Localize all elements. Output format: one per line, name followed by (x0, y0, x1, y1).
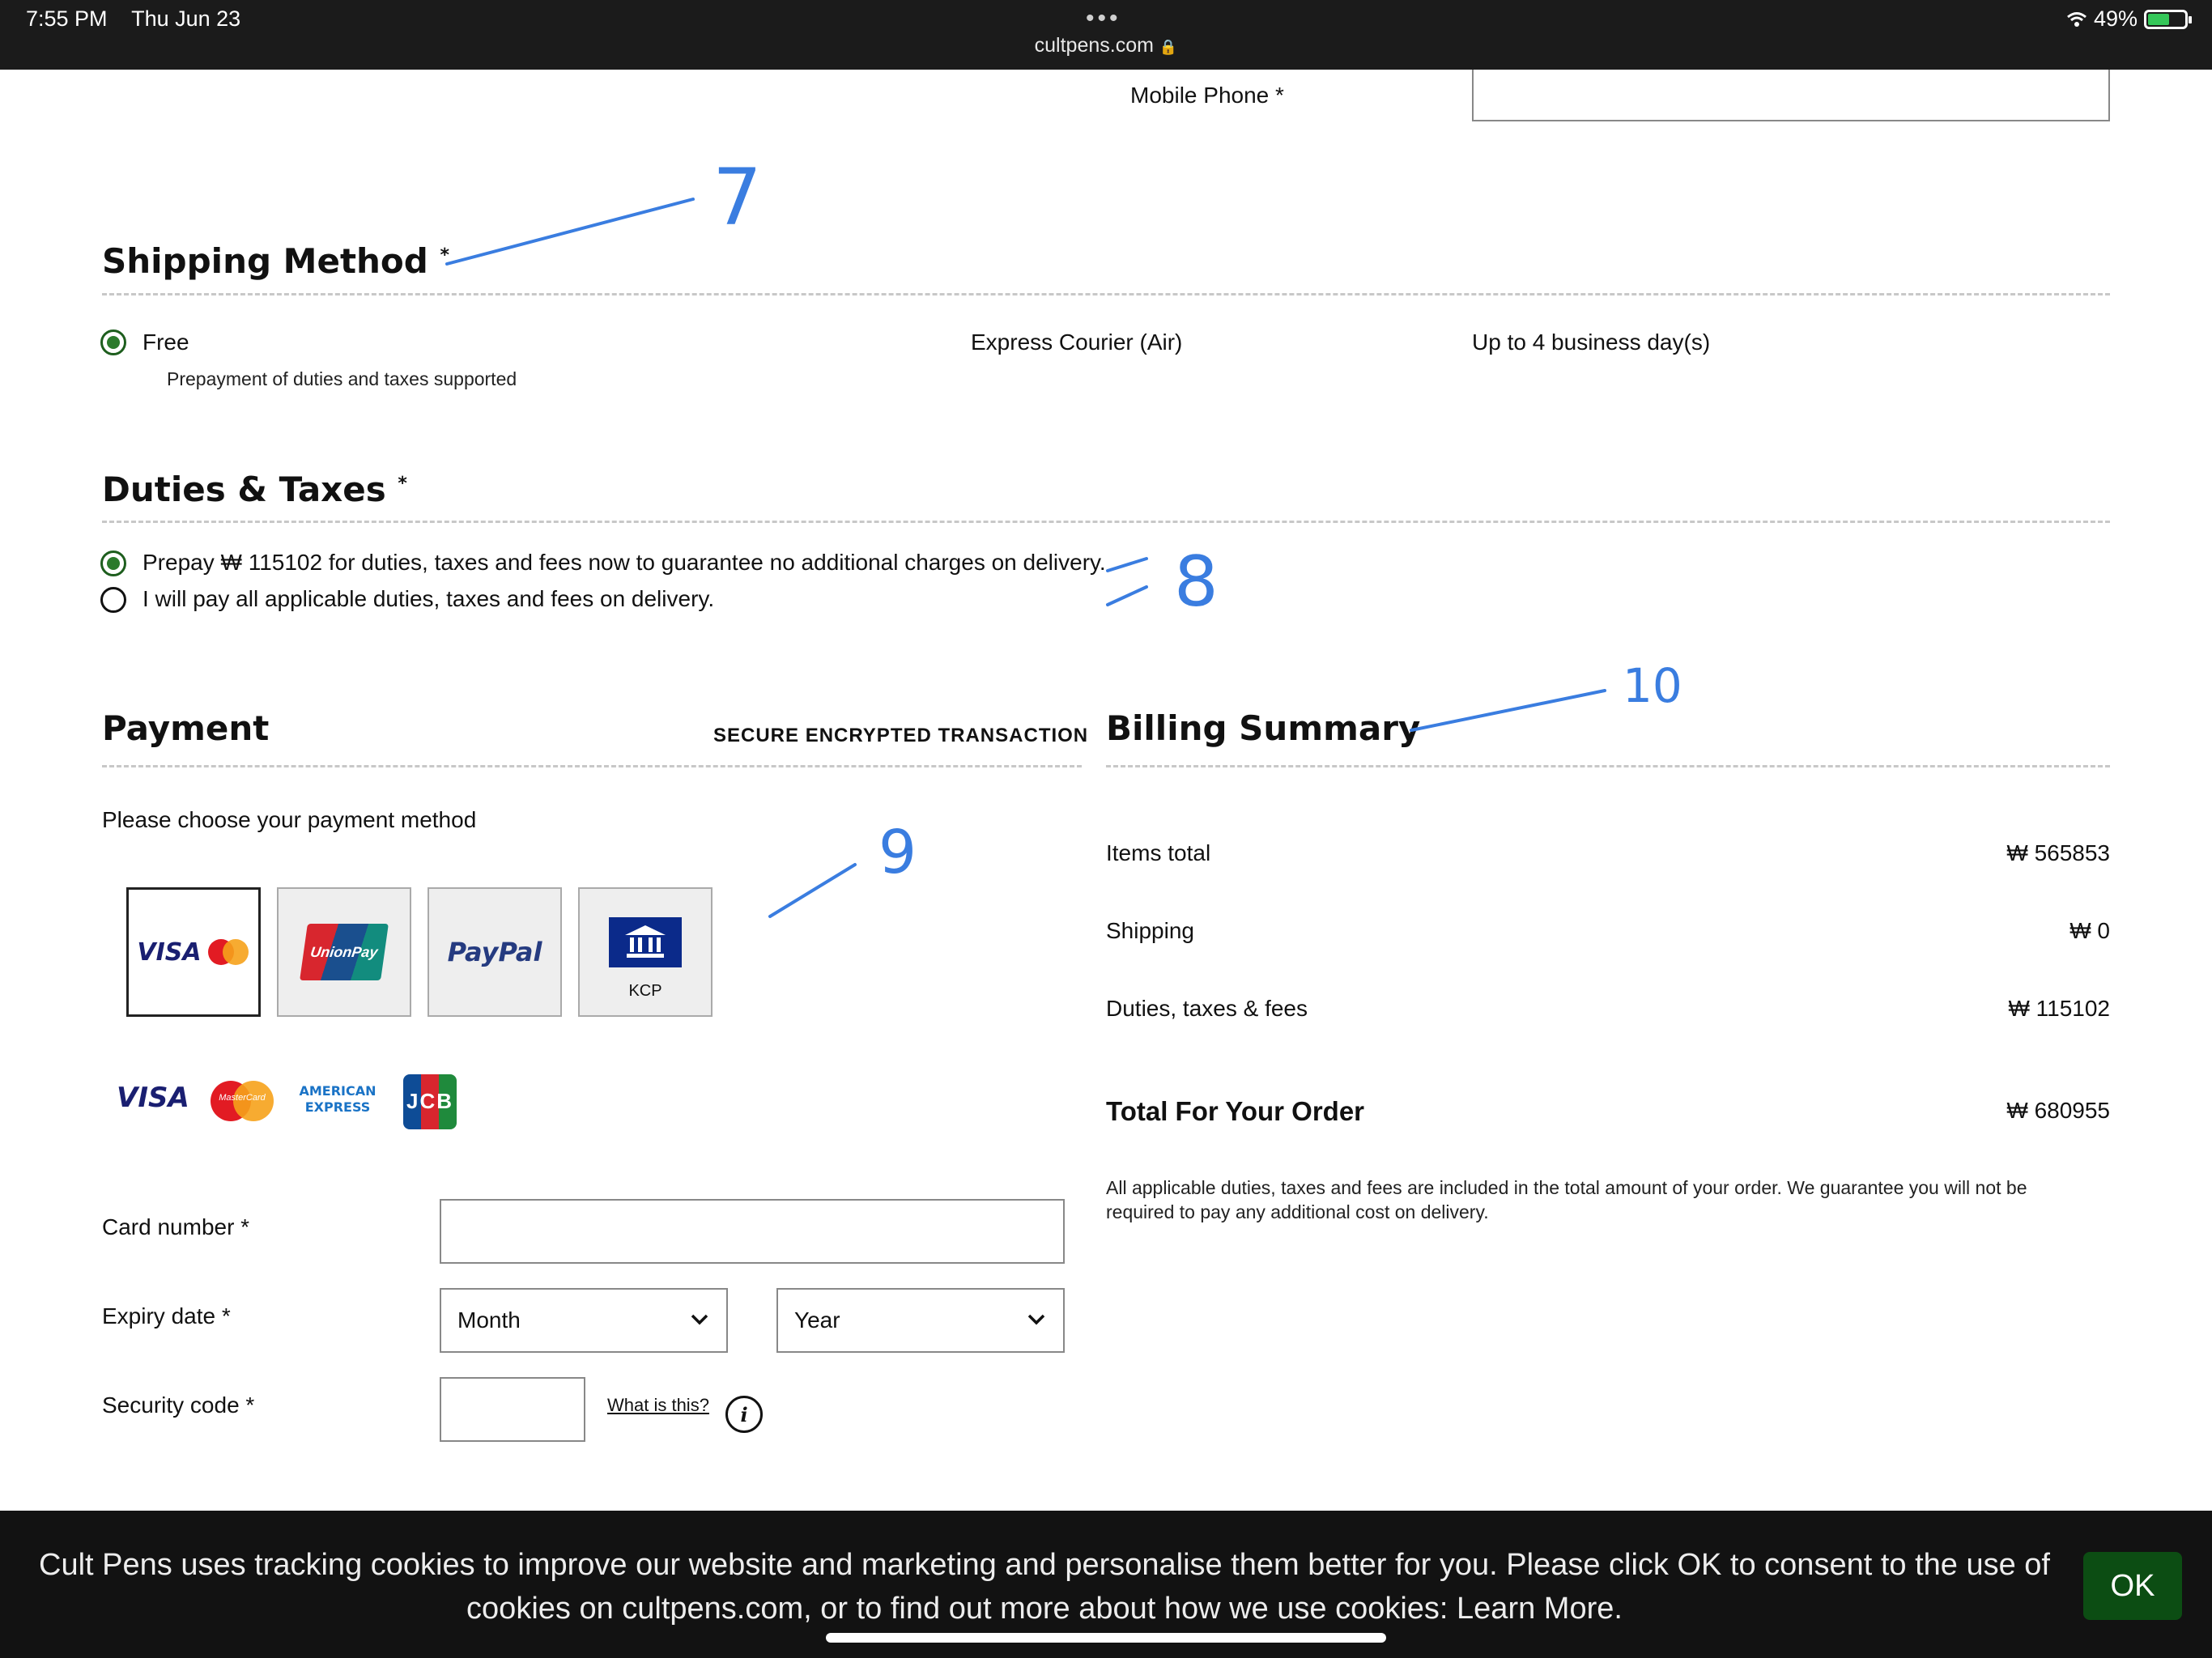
annotation-line-7 (445, 198, 695, 266)
handwritten-annotations (445, 198, 1606, 918)
annotation-9: 9 (878, 818, 917, 887)
cookie-ok-button[interactable]: OK (2083, 1552, 2182, 1620)
annotation-line-10 (1410, 689, 1606, 732)
annotation-arrow-8-lower (1106, 585, 1148, 606)
annotation-8: 8 (1174, 542, 1219, 623)
annotation-10: 10 (1623, 658, 1682, 713)
annotation-7: 7 (713, 152, 763, 243)
home-indicator[interactable] (826, 1633, 1386, 1643)
cookie-message: Cult Pens uses tracking cookies to impro… (39, 1548, 2050, 1626)
annotation-line-9 (768, 863, 857, 918)
annotation-arrow-8-upper (1106, 557, 1148, 572)
